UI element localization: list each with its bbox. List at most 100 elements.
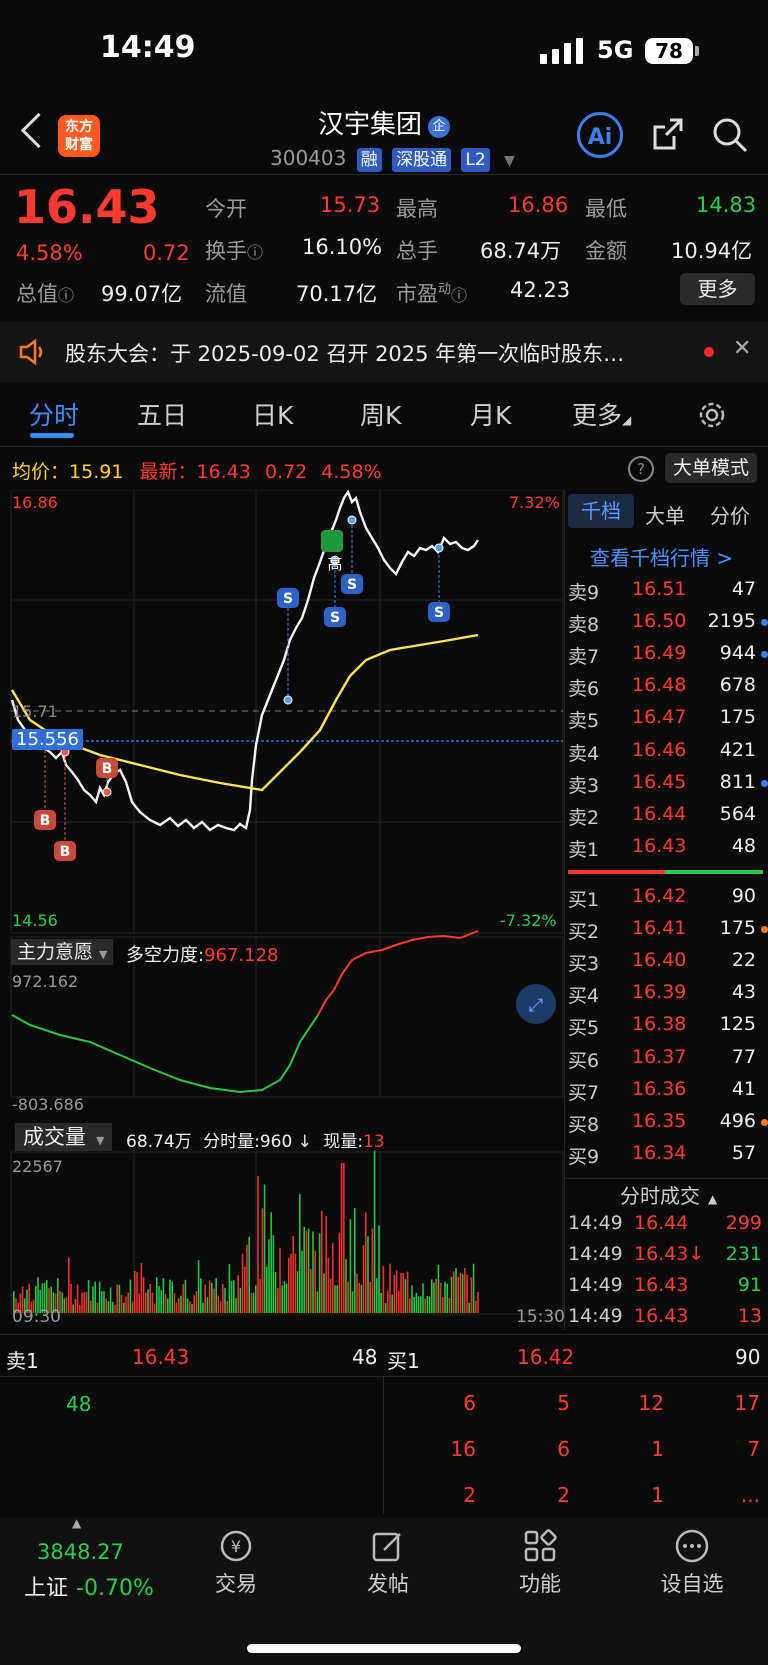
depth-tab-thousand[interactable]: 千档 — [568, 494, 634, 528]
big-order-mode-button[interactable]: 大单模式 — [665, 453, 757, 483]
watchlist-icon[interactable] — [674, 1528, 710, 1564]
volume-bar — [63, 1298, 66, 1313]
bid-row[interactable]: 买8 16.35 496 — [568, 1110, 768, 1142]
avg-price-line: 均价：15.91 最新：16.43 0.72 4.58% — [12, 461, 382, 483]
stock-code-line: 300403 融 深股通 L2 ▼ — [270, 146, 515, 172]
ask-row[interactable]: 卖2 16.44 564 — [568, 803, 768, 835]
x-axis-end: 15:30 — [516, 1307, 565, 1327]
bid-row[interactable]: 买9 16.34 57 — [568, 1142, 768, 1174]
tab-daily-k[interactable]: 日K — [252, 396, 293, 432]
volume-bar — [376, 1278, 378, 1313]
ask-row[interactable]: 卖9 16.51 47 — [568, 578, 768, 610]
ticks-title[interactable]: 分时成交 ▲ — [620, 1180, 717, 1209]
volume-bar — [178, 1298, 180, 1313]
announcement-bar[interactable]: 股东大会：于 2025-09-02 召开 2025 年第一次临时股东… ✕ — [0, 322, 768, 382]
volume-bar — [222, 1284, 224, 1313]
volume-bar — [420, 1296, 422, 1313]
index-value[interactable]: 3848.27 — [37, 1540, 124, 1564]
volume-bar — [94, 1281, 96, 1313]
volume-bar — [411, 1285, 413, 1313]
ask-row[interactable]: 卖1 16.43 48 — [568, 835, 768, 867]
more-button[interactable]: 更多 — [680, 273, 755, 305]
volume-value: 68.74万 — [480, 239, 562, 263]
volume-select[interactable]: 成交量 ▼ — [15, 1123, 113, 1151]
volume-bar — [167, 1298, 169, 1313]
view-thousand-depth-link[interactable]: 查看千档行情 > — [590, 542, 733, 571]
amount-value: 10.94亿 — [671, 239, 753, 263]
tab-five-day[interactable]: 五日 — [137, 396, 187, 432]
ai-button[interactable]: Ai — [577, 112, 623, 158]
tab-more[interactable]: 更多◢ — [572, 396, 631, 432]
volume-bar — [431, 1279, 433, 1313]
trade-icon[interactable]: ¥ — [216, 1528, 256, 1564]
tick-time: 14:49 — [568, 1305, 623, 1327]
tick-price: 16.43 — [634, 1274, 689, 1296]
bid-row[interactable]: 买1 16.42 90 — [568, 885, 768, 917]
ask-row[interactable]: 卖4 16.46 421 — [568, 739, 768, 771]
bid-row[interactable]: 买6 16.37 77 — [568, 1046, 768, 1078]
ask-row[interactable]: 卖6 16.48 678 — [568, 674, 768, 706]
bid-row[interactable]: 买5 16.38 125 — [568, 1013, 768, 1045]
divider — [0, 446, 768, 447]
tick-price: 16.43↓ — [634, 1243, 705, 1265]
volume-bar — [362, 1245, 365, 1313]
bid-label: 买4 — [568, 985, 600, 1008]
depth-tab-by-price[interactable]: 分价 — [710, 500, 750, 529]
tab-intraday[interactable]: 分时 — [29, 396, 79, 432]
ask-row[interactable]: 卖7 16.49 944 — [568, 642, 768, 674]
volume-bar — [237, 1275, 239, 1313]
ask-price: 16.44 — [632, 802, 687, 825]
volume-bar — [349, 1219, 352, 1313]
volume-bar — [226, 1301, 228, 1313]
bid-label: 买2 — [568, 921, 600, 944]
volume-bar — [173, 1293, 176, 1313]
volume-label: 总手 — [396, 239, 438, 263]
ask-row[interactable]: 卖3 16.45 811 — [568, 771, 768, 803]
tab-weekly-k[interactable]: 周K — [360, 396, 401, 432]
index-name-line[interactable]: 上证 -0.70% — [24, 1570, 154, 1602]
bid-row[interactable]: 买2 16.41 175 — [568, 917, 768, 949]
volume-bar — [459, 1272, 462, 1313]
ask-row[interactable]: 卖5 16.47 175 — [568, 706, 768, 738]
home-indicator — [247, 1644, 521, 1653]
bid-label: 买7 — [568, 1081, 600, 1104]
pe-label: 市盈动ⓘ — [396, 282, 468, 306]
queue-bid-order: 2 — [557, 1483, 570, 1507]
nav-post[interactable]: 发帖 — [343, 1568, 433, 1598]
tab-monthly-k[interactable]: 月K — [470, 396, 511, 432]
bid-row[interactable]: 买7 16.36 41 — [568, 1078, 768, 1110]
nav-add-watchlist[interactable]: 设自选 — [647, 1568, 737, 1598]
bid-price: 16.38 — [632, 1013, 687, 1036]
volume-bar — [318, 1233, 321, 1313]
volume-bar — [475, 1300, 477, 1313]
volume-bar — [87, 1279, 90, 1313]
battery-icon: 78 — [645, 38, 693, 64]
search-icon[interactable] — [712, 117, 748, 153]
volume-bar — [140, 1263, 143, 1313]
chevron-down-icon: ▼ — [504, 153, 515, 169]
indicator-select[interactable]: 主力意愿 ▼ — [11, 939, 114, 965]
volume-bar — [393, 1274, 396, 1313]
functions-icon[interactable] — [522, 1528, 558, 1564]
amount-label: 金额 — [585, 239, 627, 263]
announcement-text: 股东大会：于 2025-09-02 召开 2025 年第一次临时股东… — [65, 342, 625, 366]
ask-row[interactable]: 卖8 16.50 2195 — [568, 610, 768, 642]
bid-volume: 125 — [719, 1013, 756, 1036]
nav-trade[interactable]: 交易 — [191, 1568, 281, 1598]
post-icon[interactable] — [370, 1528, 406, 1564]
nav-functions[interactable]: 功能 — [495, 1568, 585, 1598]
intraday-chart[interactable]: S S S S B B B ⤢ — [0, 490, 564, 1335]
close-icon[interactable]: ✕ — [733, 336, 751, 361]
bid-row[interactable]: 买3 16.40 22 — [568, 949, 768, 981]
float-label: 流值 — [205, 282, 247, 306]
volume-bar — [378, 1225, 380, 1313]
help-icon[interactable]: ? — [628, 456, 654, 482]
bid-row[interactable]: 买4 16.39 43 — [568, 981, 768, 1013]
caret-up-icon: ▲ — [72, 1516, 82, 1530]
settings-gear-icon[interactable] — [697, 400, 727, 430]
share-icon[interactable] — [652, 117, 684, 151]
ask-volume: 421 — [719, 738, 756, 761]
depth-tab-big-order[interactable]: 大单 — [645, 500, 685, 529]
volume-bar — [206, 1297, 209, 1313]
queue-ask-label: 卖1 — [6, 1349, 39, 1373]
